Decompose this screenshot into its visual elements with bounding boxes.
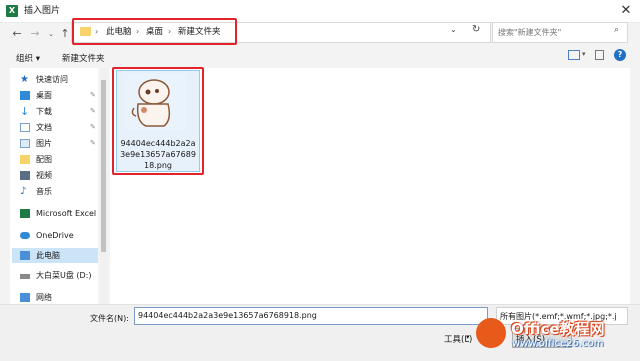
nav-item-label: 视频 <box>36 171 52 180</box>
nav-item-microsoft-excel[interactable]: Microsoft Excel <box>12 206 98 221</box>
filename-value: 94404ec444b2a2a3e9e13657a6768918.png <box>138 311 317 320</box>
nav-item-label: 此电脑 <box>36 251 60 260</box>
nav-item-peitu[interactable]: 配图 <box>12 152 98 167</box>
nav-item-label: 配图 <box>36 155 52 164</box>
watermark-logo-icon <box>476 318 506 348</box>
nav-item-videos[interactable]: 视频 <box>12 168 98 183</box>
nav-item-label: OneDrive <box>36 231 74 240</box>
music-icon: ♪ <box>20 186 27 197</box>
address-highlight-box <box>72 18 237 45</box>
back-arrow-icon[interactable]: ← <box>10 27 24 41</box>
nav-item-label: 桌面 <box>36 91 52 100</box>
nav-item-label: 文档 <box>36 123 52 132</box>
nav-item-network[interactable]: 网络 <box>12 290 98 305</box>
usb-drive-icon <box>20 274 30 279</box>
pictures-icon <box>20 139 30 148</box>
nav-item-music[interactable]: ♪ 音乐 <box>12 184 98 199</box>
desktop-icon <box>20 91 30 100</box>
nav-item-this-pc[interactable]: 此电脑 <box>12 248 98 263</box>
tools-dropdown-icon[interactable]: ▾ <box>466 333 470 341</box>
nav-item-label: 快速访问 <box>36 75 68 84</box>
network-icon <box>20 293 30 302</box>
nav-item-pictures[interactable]: 图片 ✎ <box>12 136 98 151</box>
nav-item-label: 网络 <box>36 293 52 302</box>
search-icon: ⌕ <box>614 25 620 35</box>
nav-item-label: Microsoft Excel <box>36 209 97 218</box>
preview-pane-icon[interactable] <box>595 50 604 60</box>
pin-icon: ✎ <box>90 107 96 115</box>
filename-label: 文件名(N): <box>90 314 129 323</box>
organize-menu[interactable]: 组织 ▾ <box>16 52 40 64</box>
nav-item-label: 下载 <box>36 107 52 116</box>
nav-item-label: 图片 <box>36 139 52 148</box>
download-icon: ↓ <box>20 105 30 118</box>
nav-item-desktop[interactable]: 桌面 ✎ <box>12 88 98 103</box>
refresh-icon[interactable]: ↻ <box>472 24 480 35</box>
excel-icon <box>20 209 30 218</box>
nav-item-downloads[interactable]: ↓ 下载 ✎ <box>12 104 98 119</box>
file-highlight-box <box>112 67 204 175</box>
computer-icon <box>20 251 30 260</box>
new-folder-button[interactable]: 新建文件夹 <box>62 52 105 64</box>
view-dropdown-icon[interactable]: ▾ <box>582 50 586 58</box>
search-placeholder: 搜索"新建文件夹" <box>498 28 562 37</box>
nav-item-label: 大白菜U盘 (D:) <box>36 271 92 280</box>
nav-item-onedrive[interactable]: OneDrive <box>12 228 98 243</box>
forward-arrow-icon[interactable]: → <box>28 27 42 41</box>
document-icon <box>20 123 30 132</box>
help-icon[interactable]: ? <box>614 49 626 61</box>
pin-icon: ✎ <box>90 91 96 99</box>
excel-app-icon: X <box>6 5 18 17</box>
watermark-url: www.office26.com <box>512 338 604 349</box>
pin-icon: ✎ <box>90 123 96 131</box>
nav-item-usb-drive[interactable]: 大白菜U盘 (D:) <box>12 268 98 283</box>
pin-icon: ✎ <box>90 139 96 147</box>
up-arrow-icon[interactable]: ↑ <box>58 27 72 41</box>
nav-item-quick-access[interactable]: ★ 快速访问 <box>12 72 98 87</box>
window-title: 插入图片 <box>24 6 61 16</box>
nav-item-label: 音乐 <box>36 187 52 196</box>
sidebar-scrollbar-thumb[interactable] <box>101 80 106 252</box>
view-options-icon[interactable] <box>568 50 580 60</box>
close-button[interactable]: ✕ <box>612 0 640 22</box>
history-dropdown-icon[interactable]: ⌄ <box>44 27 58 41</box>
star-icon: ★ <box>20 74 29 85</box>
nav-item-documents[interactable]: 文档 ✎ <box>12 120 98 135</box>
watermark-text: Office教程网 <box>511 320 605 338</box>
folder-icon <box>20 155 30 164</box>
cloud-icon <box>20 232 30 239</box>
video-icon <box>20 171 30 180</box>
address-dropdown-icon[interactable]: ⌄ <box>450 25 457 34</box>
